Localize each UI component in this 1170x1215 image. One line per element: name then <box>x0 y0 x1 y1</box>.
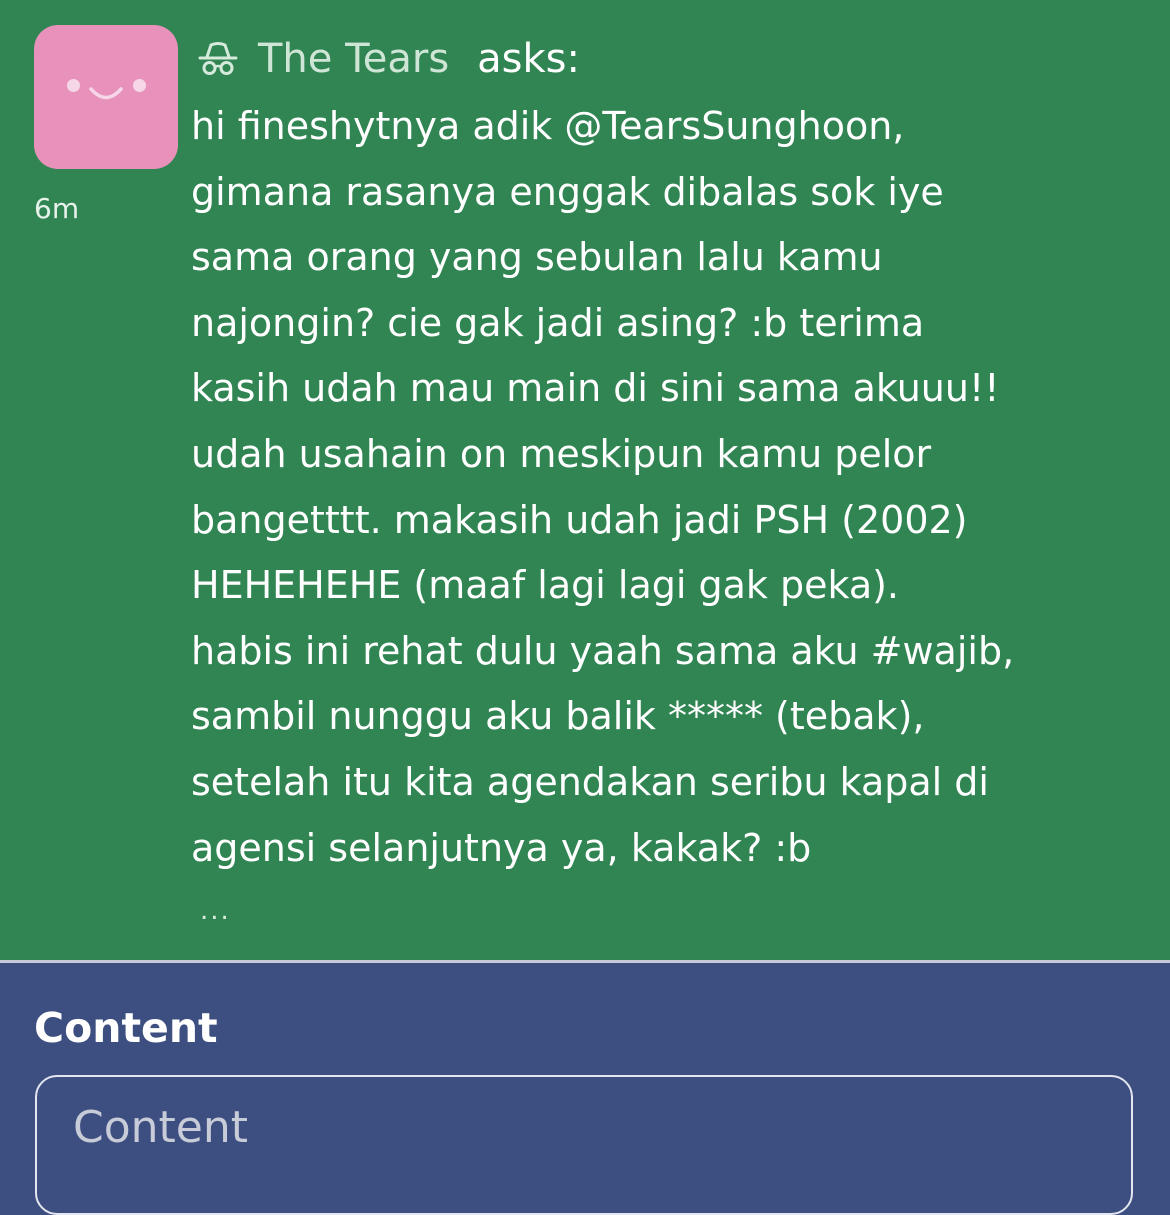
ask-card: 6m The Tears asks: hi fineshytnya adik @… <box>0 0 1170 960</box>
question-line: HEHEHEHE (maaf lagi lagi gak peka). <box>191 563 900 608</box>
question-text: hi fineshytnya adik @TearsSunghoon, gima… <box>191 94 1151 881</box>
avatar[interactable] <box>34 25 178 169</box>
content-field[interactable] <box>35 1075 1133 1215</box>
question-line: najongin? cie gak jadi asing? :b terima <box>191 300 925 345</box>
question-line: kasih udah mau main di sini sama akuuu!! <box>191 366 1000 411</box>
question-line: setelah itu kita agendakan seribu kapal … <box>191 759 989 804</box>
asks-label: asks: <box>477 36 580 82</box>
content-label: Content <box>34 1004 218 1052</box>
timestamp: 6m <box>34 192 80 225</box>
question-line: habis ini rehat dulu yaah sama aku #waji… <box>191 628 1015 673</box>
anonymous-incognito-icon <box>198 42 238 75</box>
question-line: agensi selanjutnya ya, kakak? :b <box>191 825 812 870</box>
question-line: gimana rasanya enggak dibalas sok iye <box>191 169 944 214</box>
asker-line: The Tears asks: <box>196 34 580 84</box>
question-line: sambil nunggu aku balik ***** (tebak), <box>191 694 925 739</box>
content-input[interactable] <box>71 1101 1101 1154</box>
section-divider <box>0 960 1170 963</box>
avatar-left-eye <box>67 79 80 92</box>
question-line: sama orang yang sebulan lalu kamu <box>191 235 883 280</box>
asker-name: The Tears <box>258 36 450 82</box>
avatar-right-eye <box>133 79 146 92</box>
question-line: bangetttt. makasih udah jadi PSH (2002) <box>191 497 968 542</box>
ellipsis-icon[interactable]: ... <box>200 896 231 926</box>
smiley-face-icon <box>89 87 123 100</box>
question-line: udah usahain on meskipun kamu pelor <box>191 431 932 476</box>
question-line: hi fineshytnya adik @TearsSunghoon, <box>191 104 905 148</box>
